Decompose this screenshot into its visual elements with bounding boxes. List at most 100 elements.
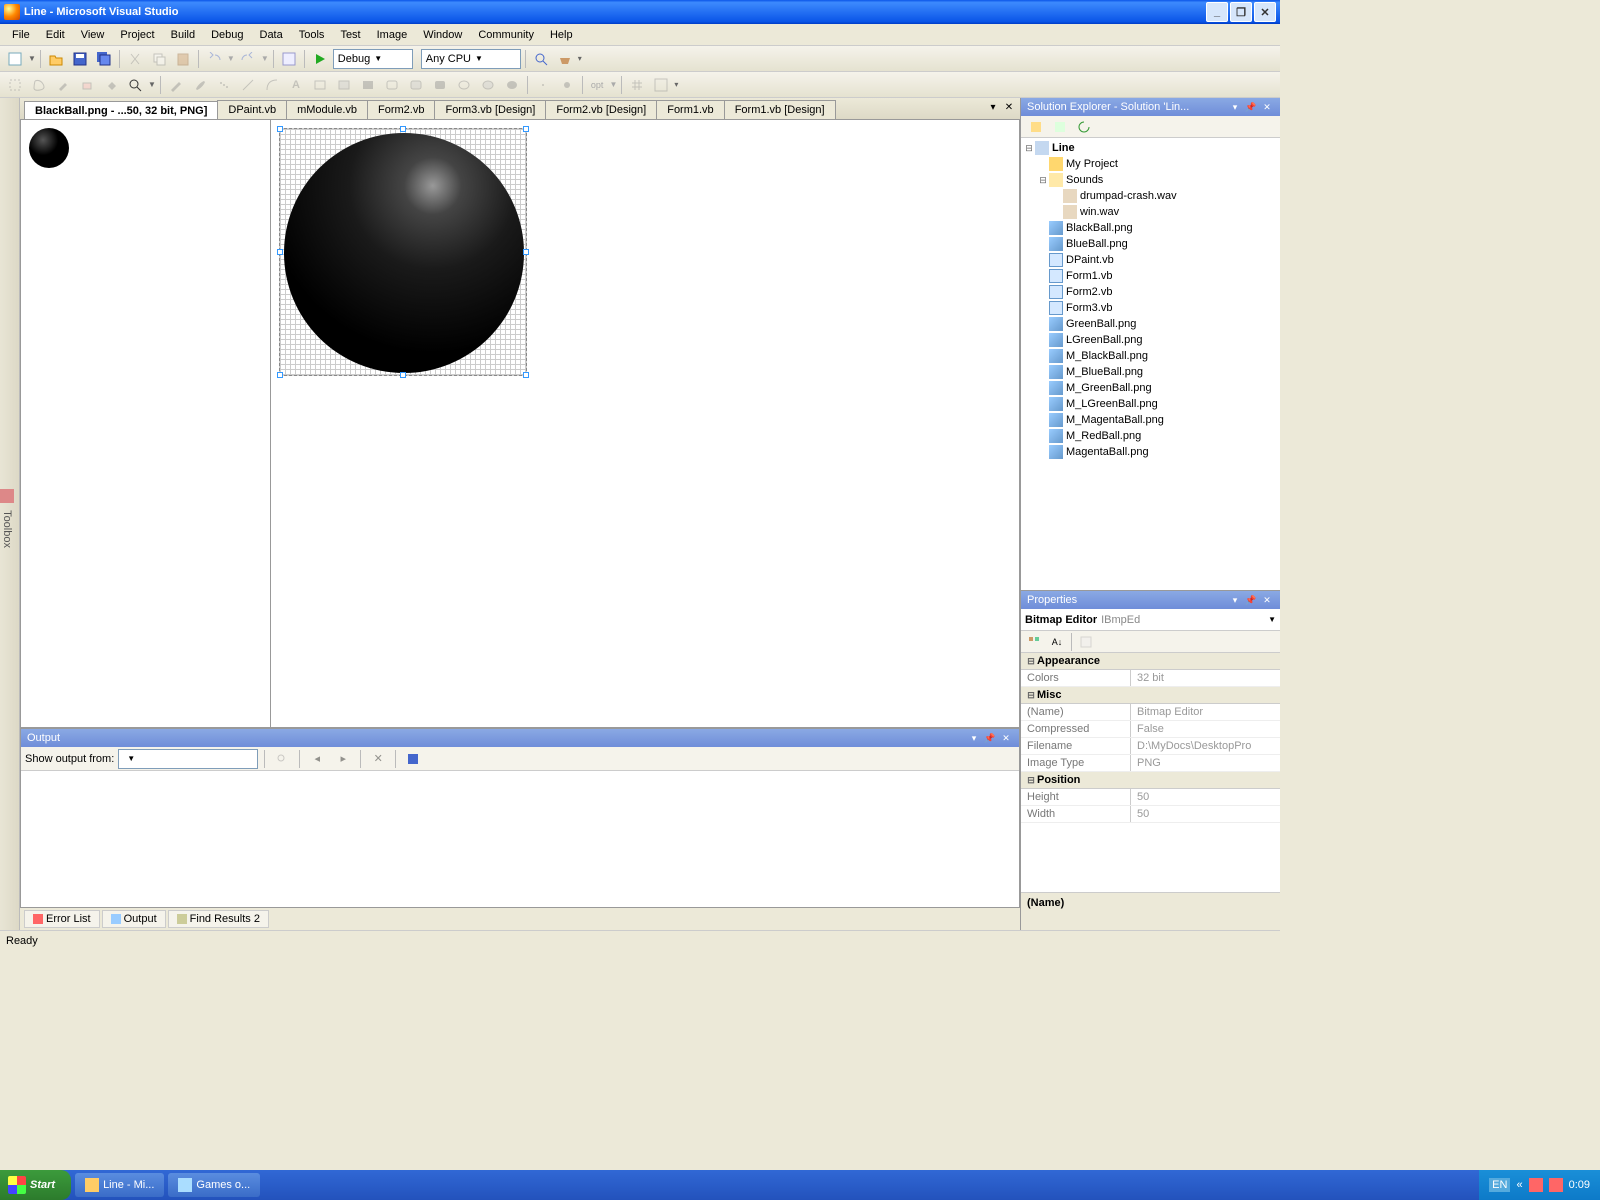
config-dropdown[interactable]: Debug▼ (333, 49, 413, 69)
eraser-tool[interactable] (76, 74, 98, 96)
doctab-mmodule[interactable]: mModule.vb (286, 100, 368, 119)
resize-handle-n[interactable] (400, 126, 406, 132)
toolbox-button[interactable] (554, 48, 576, 70)
taskbar-task[interactable]: Line - Mi... (75, 1173, 164, 1197)
tree-file[interactable]: DPaint.vb (1023, 252, 1278, 268)
resize-handle-s[interactable] (400, 372, 406, 378)
save-all-button[interactable] (93, 48, 115, 70)
doctab-dpaint[interactable]: DPaint.vb (217, 100, 287, 119)
resize-handle-ne[interactable] (523, 126, 529, 132)
doctab-blackball[interactable]: BlackBall.png - ...50, 32 bit, PNG] (24, 101, 218, 120)
rect-fill-tool[interactable] (357, 74, 379, 96)
tree-file[interactable]: Form2.vb (1023, 284, 1278, 300)
round-rect-tool[interactable] (381, 74, 403, 96)
pencil-tool[interactable] (165, 74, 187, 96)
doctabs-close-button[interactable]: ✕ (1002, 100, 1016, 114)
solution-close-button[interactable]: ✕ (1260, 100, 1274, 114)
tab-output[interactable]: Output (102, 910, 166, 928)
menu-data[interactable]: Data (252, 27, 291, 43)
output-header[interactable]: Output ▾ 📌 ✕ (21, 729, 1019, 747)
solution-properties-button[interactable] (1025, 116, 1047, 138)
tree-file[interactable]: LGreenBall.png (1023, 332, 1278, 348)
solution-refresh-button[interactable] (1073, 116, 1095, 138)
resize-handle-sw[interactable] (277, 372, 283, 378)
resize-handle-se[interactable] (523, 372, 529, 378)
toolbox-tab[interactable]: Toolbox (0, 98, 20, 930)
find-button[interactable] (530, 48, 552, 70)
tree-file[interactable]: Form1.vb (1023, 268, 1278, 284)
open-file-button[interactable] (45, 48, 67, 70)
output-dropdown-button[interactable]: ▾ (967, 731, 981, 745)
curve-tool[interactable] (261, 74, 283, 96)
ellipse-outline-tool[interactable] (453, 74, 475, 96)
properties-close-button[interactable]: ✕ (1260, 593, 1274, 607)
output-next-button[interactable]: ▸ (332, 748, 354, 770)
cut-button[interactable] (124, 48, 146, 70)
restore-button[interactable]: ❐ (1230, 2, 1252, 22)
taskbar-task[interactable]: Games o... (168, 1173, 260, 1197)
tree-file[interactable]: M_LGreenBall.png (1023, 396, 1278, 412)
more-button[interactable] (650, 74, 672, 96)
size-small-button[interactable] (532, 74, 554, 96)
props-row-colors[interactable]: Colors32 bit (1021, 670, 1280, 687)
text-tool[interactable]: A (285, 74, 307, 96)
resize-handle-w[interactable] (277, 249, 283, 255)
tab-error-list[interactable]: Error List (24, 910, 100, 928)
props-row-width[interactable]: Width50 (1021, 806, 1280, 823)
menu-window[interactable]: Window (415, 27, 470, 43)
menu-community[interactable]: Community (470, 27, 542, 43)
props-cat-position[interactable]: ⊟Position (1021, 772, 1280, 789)
rect-fill-outline-tool[interactable] (333, 74, 355, 96)
color-picker-tool[interactable] (52, 74, 74, 96)
output-pin-button[interactable]: 📌 (983, 731, 997, 745)
menu-debug[interactable]: Debug (203, 27, 251, 43)
image-canvas-pane[interactable] (271, 120, 1019, 727)
properties-object-selector[interactable]: Bitmap EditorIBmpEd ▼ (1021, 609, 1280, 631)
menu-build[interactable]: Build (163, 27, 203, 43)
round-rect-fill-tool[interactable] (429, 74, 451, 96)
nav-button[interactable] (278, 48, 300, 70)
save-button[interactable] (69, 48, 91, 70)
menu-test[interactable]: Test (332, 27, 368, 43)
props-cat-appearance[interactable]: ⊟Appearance (1021, 653, 1280, 670)
output-prev-button[interactable]: ◂ (306, 748, 328, 770)
zoom-tool[interactable] (124, 74, 146, 96)
menu-image[interactable]: Image (369, 27, 416, 43)
tree-file[interactable]: BlackBall.png (1023, 220, 1278, 236)
tray-icon[interactable] (1529, 1178, 1543, 1192)
ellipse-fill-tool[interactable] (501, 74, 523, 96)
doctab-form1-design[interactable]: Form1.vb [Design] (724, 100, 836, 119)
tree-file[interactable]: M_MagentaBall.png (1023, 412, 1278, 428)
fill-tool[interactable] (100, 74, 122, 96)
props-alphabetical-button[interactable]: A↓ (1046, 631, 1068, 653)
props-row-compressed[interactable]: CompressedFalse (1021, 721, 1280, 738)
resize-handle-e[interactable] (523, 249, 529, 255)
doctabs-dropdown-button[interactable]: ▾ (986, 100, 1000, 114)
solution-tree[interactable]: ⊟Line My Project ⊟Sounds drumpad-crash.w… (1021, 138, 1280, 590)
spray-tool[interactable] (213, 74, 235, 96)
image-canvas[interactable] (279, 128, 527, 376)
props-row-height[interactable]: Height50 (1021, 789, 1280, 806)
doctab-form3-design[interactable]: Form3.vb [Design] (434, 100, 546, 119)
start-debug-button[interactable] (309, 48, 331, 70)
tree-file[interactable]: GreenBall.png (1023, 316, 1278, 332)
props-categorized-button[interactable] (1023, 631, 1045, 653)
tray-expand-icon[interactable]: « (1516, 1179, 1522, 1191)
new-project-button[interactable] (4, 48, 26, 70)
output-body[interactable] (21, 771, 1019, 907)
doctab-form2-design[interactable]: Form2.vb [Design] (545, 100, 657, 119)
redo-button[interactable] (237, 48, 259, 70)
solution-dropdown-button[interactable]: ▾ (1228, 100, 1242, 114)
props-row-name[interactable]: (Name)Bitmap Editor (1021, 704, 1280, 721)
minimize-button[interactable]: _ (1206, 2, 1228, 22)
menu-project[interactable]: Project (112, 27, 162, 43)
output-clear-button[interactable]: ✕ (367, 748, 389, 770)
properties-dropdown-button[interactable]: ▾ (1228, 593, 1242, 607)
brush-tool[interactable] (189, 74, 211, 96)
tree-my-project[interactable]: My Project (1023, 156, 1278, 172)
copy-button[interactable] (148, 48, 170, 70)
tree-file[interactable]: M_BlueBall.png (1023, 364, 1278, 380)
props-pages-button[interactable] (1075, 631, 1097, 653)
menu-file[interactable]: File (4, 27, 38, 43)
system-tray[interactable]: EN « 0:09 (1479, 1170, 1600, 1200)
